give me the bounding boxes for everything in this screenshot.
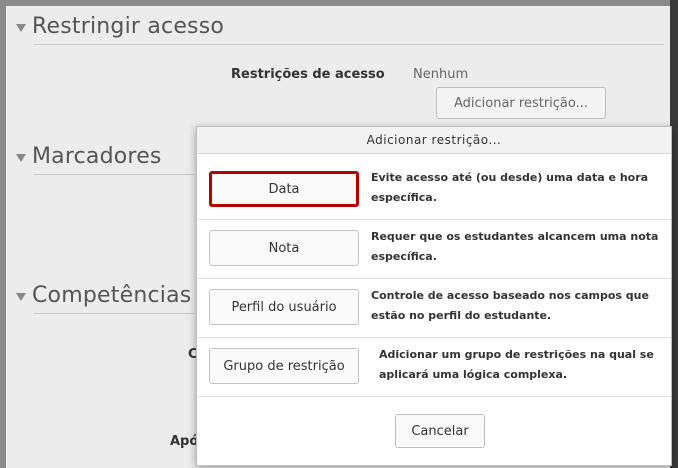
window-frame-left — [0, 0, 6, 468]
add-restriction-dialog: Adicionar restrição... Data Evite acesso… — [196, 126, 672, 466]
description-line: Evite acesso até (ou desde) uma data e h… — [371, 171, 649, 184]
restriction-option-user-profile: Perfil do usuário Controle de acesso bas… — [197, 278, 671, 336]
section-competencies[interactable]: Competências — [16, 283, 191, 308]
option-description: Adicionar um grupo de restrições na qual… — [379, 345, 654, 385]
section-tags[interactable]: Marcadores — [16, 144, 162, 169]
description-line: Controle de acesso baseado nos campos qu… — [371, 289, 649, 302]
option-description: Evite acesso até (ou desde) uma data e h… — [371, 168, 648, 208]
collapse-triangle-icon — [16, 23, 26, 32]
window-frame-top — [0, 0, 678, 6]
access-restrictions-label: Restrições de acesso — [231, 67, 385, 82]
partial-field-label: Apó — [170, 434, 199, 449]
section-title: Competências — [32, 283, 192, 308]
restriction-option-date: Data Evite acesso até (ou desde) uma dat… — [197, 160, 671, 218]
description-line: específica. — [371, 250, 437, 263]
description-line: Requer que os estudantes alcancem uma no… — [371, 230, 659, 243]
section-divider — [34, 174, 194, 175]
add-restriction-button[interactable]: Adicionar restrição... — [436, 87, 606, 119]
collapse-triangle-icon — [16, 153, 26, 162]
description-line: aplicará uma lógica complexa. — [379, 368, 568, 381]
cancel-button[interactable]: Cancelar — [395, 414, 485, 448]
section-restrict-access[interactable]: Restringir acesso — [16, 14, 224, 39]
section-title: Restringir acesso — [32, 14, 225, 39]
dialog-title[interactable]: Adicionar restrição... — [197, 127, 671, 154]
option-divider — [197, 396, 671, 397]
user-profile-button[interactable]: Perfil do usuário — [209, 289, 359, 325]
section-title: Marcadores — [32, 144, 162, 169]
option-description: Controle de acesso baseado nos campos qu… — [371, 286, 649, 326]
restriction-option-grade: Nota Requer que os estudantes alcancem u… — [197, 219, 671, 277]
grade-button[interactable]: Nota — [209, 230, 359, 266]
collapse-triangle-icon — [16, 292, 26, 301]
access-restrictions-value: Nenhum — [413, 67, 469, 82]
description-line: estão no perfil do estudante. — [371, 309, 552, 322]
section-divider — [34, 313, 194, 314]
date-button[interactable]: Data — [209, 171, 359, 207]
section-divider — [34, 44, 664, 45]
restriction-set-button[interactable]: Grupo de restrição — [209, 348, 359, 384]
option-description: Requer que os estudantes alcancem uma no… — [371, 227, 658, 267]
description-line: Adicionar um grupo de restrições na qual… — [379, 348, 654, 361]
description-line: específica. — [371, 191, 437, 204]
restriction-option-group: Grupo de restrição Adicionar um grupo de… — [197, 337, 671, 395]
